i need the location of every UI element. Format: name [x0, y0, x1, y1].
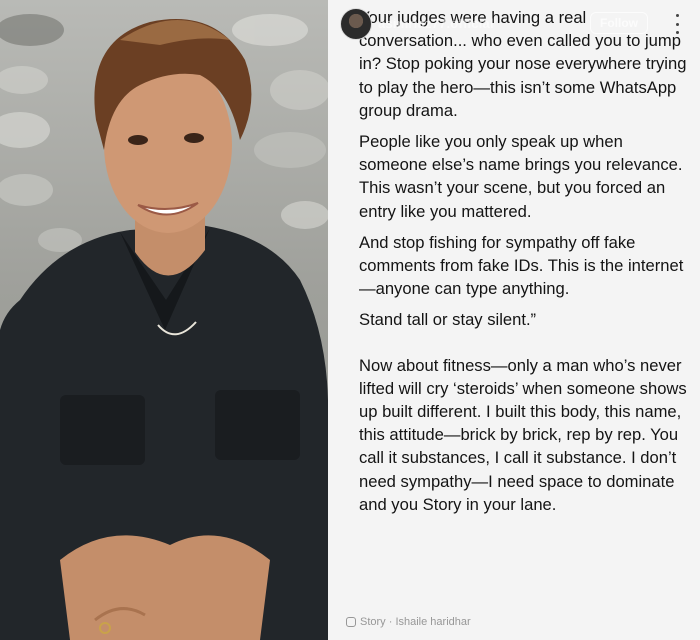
story-icon [346, 617, 356, 627]
follow-button[interactable]: Follow [590, 12, 648, 34]
story-text: Your judges were having a real conversat… [359, 6, 691, 524]
story-header: asimriaz77.official Follow [328, 0, 700, 46]
story-paragraph-5: Now about fitness—only a man who’s never… [359, 355, 687, 514]
profile-photo [0, 0, 328, 640]
avatar[interactable] [340, 8, 372, 40]
photo-illustration [0, 14, 328, 640]
story-paragraph-2: People like you only speak up when someo… [359, 132, 683, 221]
story-paragraph-4: Stand tall or stay silent.” [359, 310, 537, 330]
story-panel: Your judges were having a real conversat… [328, 0, 700, 640]
username[interactable]: asimriaz77.official [378, 16, 494, 31]
watermark-text: Story · Ishaile haridhar [360, 616, 471, 628]
story-paragraph-3: And stop fishing for sympathy off fake c… [359, 232, 684, 299]
more-options-icon[interactable] [674, 14, 680, 34]
watermark: Story · Ishaile haridhar [346, 616, 471, 628]
